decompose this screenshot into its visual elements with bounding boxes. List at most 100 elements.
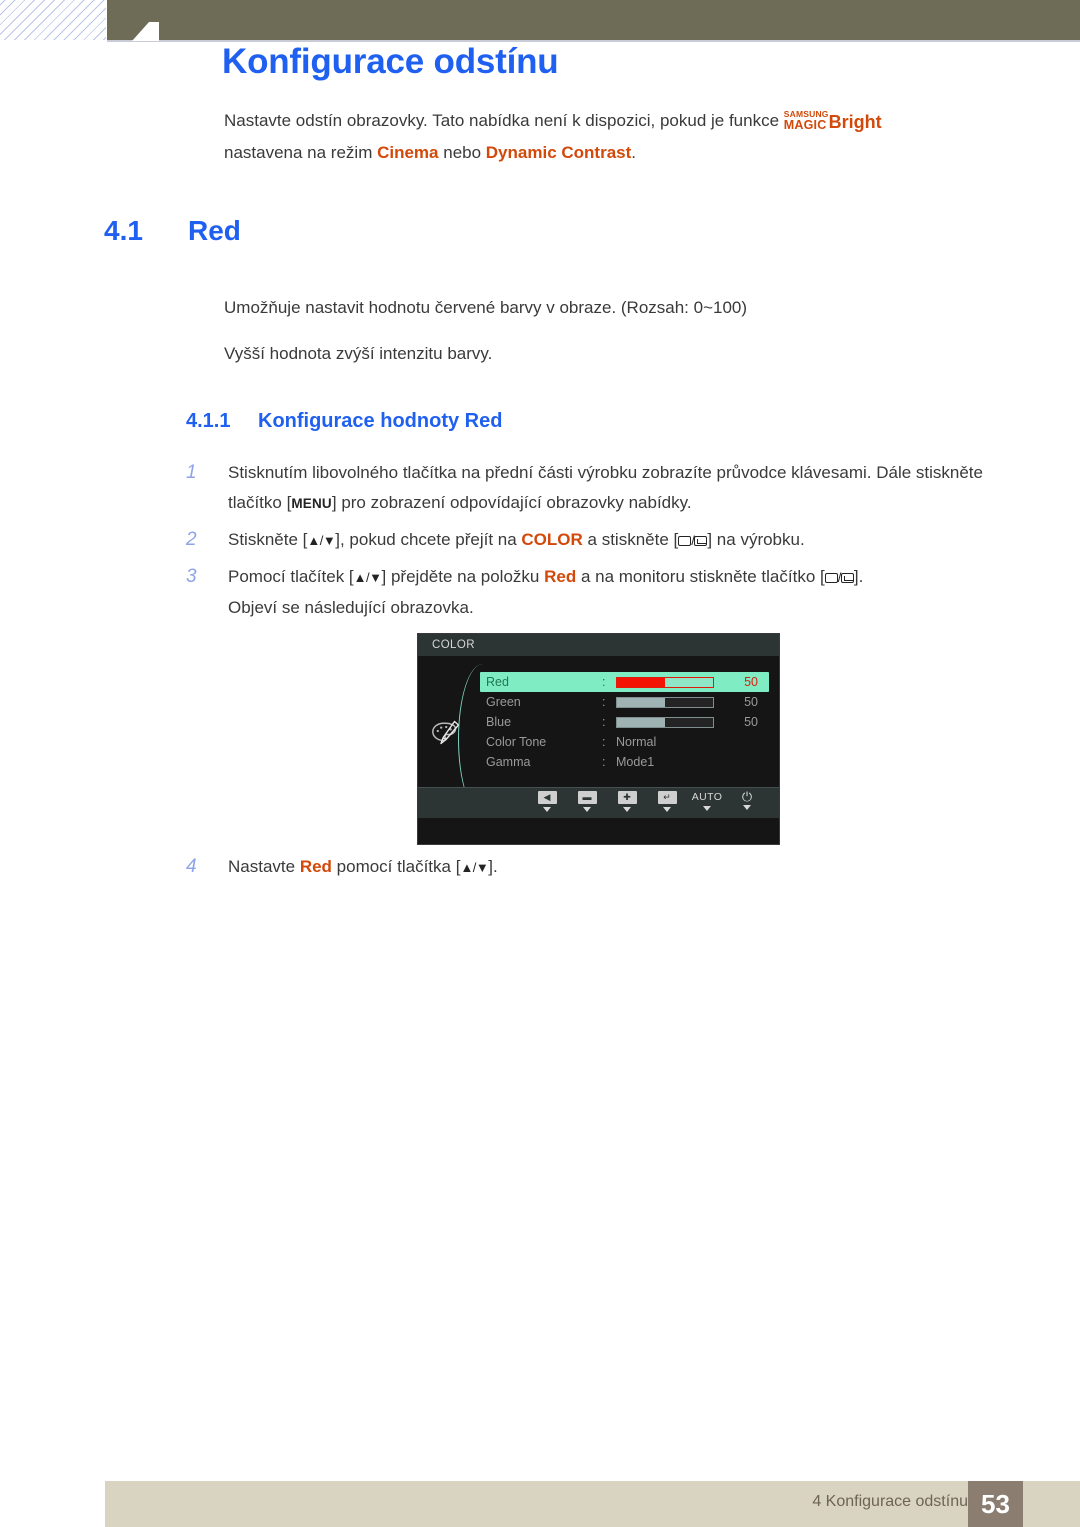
source-button-icon bbox=[678, 536, 692, 546]
section-number: 4.1 bbox=[104, 215, 143, 246]
accent-red-item: Red bbox=[544, 567, 577, 586]
osd-row-gamma[interactable]: Gamma : Mode1 bbox=[480, 752, 769, 772]
osd-slider-green[interactable] bbox=[616, 696, 714, 708]
steps-list: 1 Stisknutím libovolného tlačítka na před… bbox=[186, 458, 1001, 629]
step-index: 1 bbox=[186, 462, 197, 483]
osd-row-colon: : bbox=[602, 735, 606, 749]
button-marker-triangle bbox=[583, 807, 591, 812]
intro-text-line2c: . bbox=[631, 143, 636, 162]
osd-auto-button[interactable]: AUTO bbox=[687, 791, 727, 811]
plus-icon: ✚ bbox=[617, 791, 637, 804]
osd-row-blue[interactable]: Blue : 50 bbox=[480, 712, 769, 732]
steps-list-continued: 4 Nastavte Red pomocí tlačítka [▲/▼]. bbox=[186, 852, 1001, 889]
up-down-arrow-icon: ▲/▼ bbox=[460, 860, 489, 875]
enter-button-icon bbox=[694, 536, 708, 546]
chapter-number-notch bbox=[132, 22, 166, 41]
step-text-b: pomocí tlačítka [ bbox=[331, 857, 461, 876]
power-icon: ⏻ bbox=[741, 789, 753, 804]
intro-text-line2a: nastavena na režim bbox=[224, 143, 378, 162]
step-item: 2 Stiskněte [▲/▼], pokud chcete přejít na… bbox=[186, 525, 1001, 556]
osd-row-green[interactable]: Green : 50 bbox=[480, 692, 769, 712]
step-text-d: ] na výrobku. bbox=[707, 530, 805, 549]
accent-red-item: Red bbox=[299, 857, 332, 876]
button-marker-triangle bbox=[743, 805, 751, 810]
osd-row-value: Normal bbox=[616, 735, 657, 749]
button-marker-triangle bbox=[543, 807, 551, 812]
header-bar bbox=[107, 0, 1080, 42]
step-index: 2 bbox=[186, 529, 197, 550]
up-down-arrow-icon: ▲/▼ bbox=[307, 533, 336, 548]
osd-body: Red : 50 Green : 50 Blue : 50 Color Tone… bbox=[418, 656, 779, 818]
osd-row-value: Mode1 bbox=[616, 755, 655, 769]
footer-chapter-label: 4 Konfigurace odstínu bbox=[812, 1493, 968, 1510]
footer-page-number: 53 bbox=[968, 1481, 1023, 1527]
step-index: 3 bbox=[186, 566, 197, 587]
osd-enter-button[interactable]: ↵ bbox=[647, 791, 687, 812]
osd-row-label: Blue bbox=[486, 715, 512, 729]
osd-power-button[interactable]: ⏻ bbox=[727, 789, 767, 810]
chapter-notch-wedge bbox=[132, 22, 149, 41]
step-text-a: Stiskněte [ bbox=[228, 530, 308, 549]
osd-slider-blue[interactable] bbox=[616, 716, 714, 728]
osd-title-text: COLOR bbox=[432, 639, 475, 651]
section-paragraph-1: Umožňuje nastavit hodnotu červené barvy … bbox=[224, 298, 748, 317]
button-marker-triangle bbox=[623, 807, 631, 812]
button-marker-triangle bbox=[703, 806, 711, 811]
menu-keycap: MENU bbox=[291, 496, 332, 511]
section-title: Red bbox=[188, 215, 241, 246]
logo-magic-text: MAGIC bbox=[783, 118, 827, 132]
osd-row-label: Red bbox=[486, 675, 509, 689]
page-footer: 4 Konfigurace odstínu 53 bbox=[105, 1481, 1080, 1527]
osd-row-colon: : bbox=[602, 675, 606, 689]
step-text-d: ]. bbox=[853, 567, 864, 586]
osd-row-label: Green bbox=[486, 695, 521, 709]
osd-button-bar: ◀ ▬ ✚ ↵ AUTO ⏻ bbox=[418, 787, 779, 818]
section-paragraph-2: Vyšší hodnota zvýší intenzitu barvy. bbox=[224, 344, 493, 363]
subsection-title: Konfigurace hodnoty Red bbox=[258, 410, 503, 432]
osd-menu-rows: Red : 50 Green : 50 Blue : 50 Color Tone… bbox=[480, 672, 769, 772]
step-text-b: ] pro zobrazení odpovídající obrazovky n… bbox=[331, 493, 692, 512]
page-title: Konfigurace odstínu bbox=[222, 42, 559, 81]
osd-row-value: 50 bbox=[744, 695, 758, 709]
osd-row-value: 50 bbox=[744, 675, 758, 689]
step-text-a: Nastavte bbox=[228, 857, 300, 876]
step-text-c: a stiskněte [ bbox=[582, 530, 679, 549]
accent-color-menu: COLOR bbox=[521, 530, 583, 549]
enter-icon: ↵ bbox=[657, 791, 677, 804]
osd-row-value: 50 bbox=[744, 715, 758, 729]
osd-minus-button[interactable]: ▬ bbox=[567, 791, 607, 812]
intro-text-before: Nastavte odstín obrazovky. Tato nabídka … bbox=[224, 111, 784, 130]
osd-row-label: Color Tone bbox=[486, 735, 547, 749]
minus-icon: ▬ bbox=[577, 791, 597, 804]
accent-cinema: Cinema bbox=[377, 143, 439, 162]
osd-left-arrow-button[interactable]: ◀ bbox=[527, 791, 567, 812]
intro-text-line2b: nebo bbox=[438, 143, 486, 162]
step-item: 1 Stisknutím libovolného tlačítka na před… bbox=[186, 458, 1001, 519]
step-item: 3 Pomocí tlačítek [▲/▼] přejděte na polož… bbox=[186, 562, 1001, 623]
enter-button-icon bbox=[840, 573, 854, 583]
source-button-icon bbox=[824, 573, 838, 583]
auto-label: AUTO bbox=[691, 791, 723, 803]
step-index: 4 bbox=[186, 856, 197, 877]
magic-logo-stack: SAMSUNG MAGIC bbox=[783, 110, 829, 132]
accent-dynamic-contrast: Dynamic Contrast bbox=[485, 143, 632, 162]
osd-slider-red[interactable] bbox=[616, 676, 714, 688]
left-arrow-icon: ◀ bbox=[537, 791, 557, 804]
up-down-arrow-icon: ▲/▼ bbox=[353, 570, 382, 585]
decorative-hatch-pattern bbox=[0, 0, 106, 40]
osd-plus-button[interactable]: ✚ bbox=[607, 791, 647, 812]
step-text-a: Pomocí tlačítek [ bbox=[228, 567, 354, 586]
step-text-c: ]. bbox=[488, 857, 498, 876]
subsection-heading: 4.1.1 Konfigurace hodnoty Red bbox=[186, 410, 502, 433]
osd-title-bar: COLOR bbox=[418, 634, 779, 656]
osd-row-label: Gamma bbox=[486, 755, 531, 769]
step-text-b: ] přejděte na položku bbox=[381, 567, 545, 586]
samsung-magic-bright-logo: SAMSUNG MAGIC Bright bbox=[783, 109, 882, 132]
osd-row-colon: : bbox=[602, 695, 606, 709]
osd-row-red[interactable]: Red : 50 bbox=[480, 672, 769, 692]
intro-paragraph: Nastavte odstín obrazovky. Tato nabídka … bbox=[224, 105, 984, 169]
step-text-b: ], pokud chcete přejít na bbox=[335, 530, 522, 549]
osd-row-color-tone[interactable]: Color Tone : Normal bbox=[480, 732, 769, 752]
osd-row-colon: : bbox=[602, 715, 606, 729]
section-heading: 4.1 Red bbox=[104, 215, 241, 247]
